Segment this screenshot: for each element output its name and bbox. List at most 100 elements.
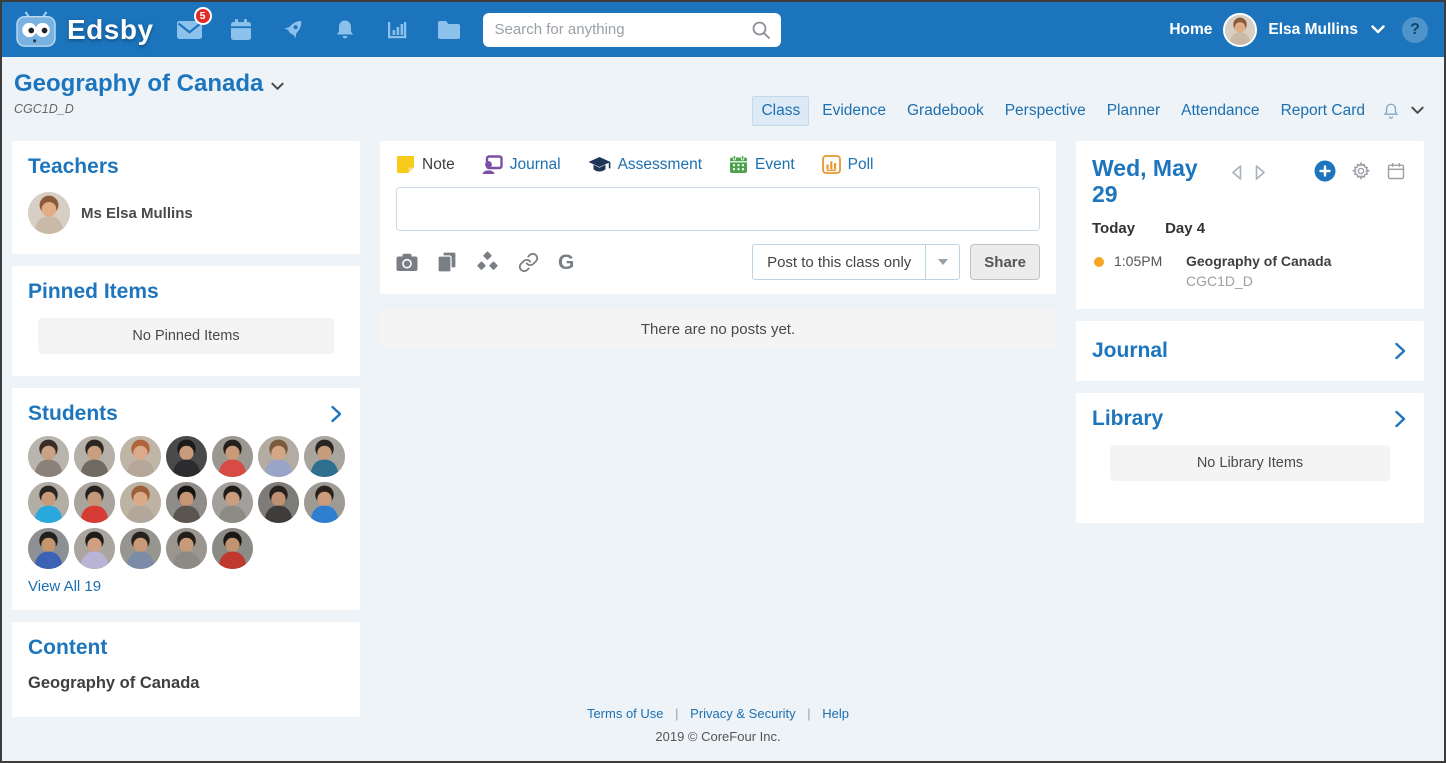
tab-gradebook[interactable]: Gradebook: [899, 97, 992, 125]
journal-chevron-right-icon[interactable]: [1392, 340, 1408, 362]
share-button[interactable]: Share: [970, 244, 1040, 280]
footer-link[interactable]: Privacy & Security: [690, 706, 795, 721]
composer-tab-label: Note: [422, 155, 455, 173]
student-avatar[interactable]: [304, 482, 345, 523]
students-title: Students: [28, 402, 118, 425]
student-avatar[interactable]: [212, 436, 253, 477]
poll-icon: [821, 155, 841, 174]
footer-link[interactable]: Terms of Use: [587, 706, 664, 721]
camera-icon[interactable]: [396, 253, 418, 272]
analytics-chart-icon[interactable]: [384, 16, 411, 43]
add-event-plus-icon[interactable]: [1312, 158, 1338, 184]
google-drive-icon[interactable]: G: [558, 252, 574, 273]
class-notifications-bell-icon[interactable]: [1382, 101, 1400, 121]
student-avatar[interactable]: [28, 528, 69, 569]
student-avatar[interactable]: [74, 482, 115, 523]
calendar-icon[interactable]: [228, 16, 255, 43]
tab-class[interactable]: Class: [752, 95, 810, 126]
link-icon[interactable]: [518, 252, 539, 273]
schedule-card: Wed, May 29 Today Day 4 1:05PM Geography…: [1076, 141, 1424, 309]
composer-tab-label: Event: [755, 155, 795, 173]
student-avatar[interactable]: [120, 436, 161, 477]
view-all-students-link[interactable]: View All 19: [28, 578, 101, 595]
content-item[interactable]: Geography of Canada: [28, 674, 344, 693]
search-input[interactable]: [494, 21, 751, 38]
tab-report-card[interactable]: Report Card: [1273, 97, 1373, 125]
copy-files-icon[interactable]: [437, 251, 457, 273]
blocks-icon[interactable]: [476, 251, 499, 273]
class-title-block: Geography of Canada CGC1D_D: [14, 70, 285, 141]
schedule-calendar-icon[interactable]: [1384, 159, 1408, 183]
student-avatar[interactable]: [120, 528, 161, 569]
students-grid: [28, 436, 345, 569]
user-avatar[interactable]: [1223, 12, 1258, 47]
notifications-bell-icon[interactable]: [332, 16, 359, 43]
right-sidebar: Wed, May 29 Today Day 4 1:05PM Geography…: [1076, 141, 1424, 535]
pinned-items-card: Pinned Items No Pinned Items: [12, 266, 360, 376]
tab-planner[interactable]: Planner: [1099, 97, 1168, 125]
tab-attendance[interactable]: Attendance: [1173, 97, 1267, 125]
post-target-dropdown[interactable]: Post to this class only: [752, 244, 961, 280]
feed-column: Note Journal Assessment Event Poll G Pos…: [380, 141, 1056, 760]
class-title-dropdown[interactable]: Geography of Canada: [14, 70, 285, 98]
prev-day-icon[interactable]: [1228, 162, 1245, 183]
composer-actions: G Post to this class only Share: [396, 244, 1040, 280]
class-tabs: Class Evidence Gradebook Perspective Pla…: [752, 80, 1424, 141]
help-icon[interactable]: ?: [1402, 16, 1428, 43]
next-day-icon[interactable]: [1252, 162, 1269, 183]
left-sidebar: Teachers Ms Elsa Mullins Pinned Items No…: [12, 141, 360, 729]
home-link[interactable]: Home: [1169, 21, 1212, 39]
student-avatar[interactable]: [74, 436, 115, 477]
title-chevron-down-icon: [271, 82, 285, 91]
rocket-icon[interactable]: [280, 16, 307, 43]
student-avatar[interactable]: [304, 436, 345, 477]
tabs-more-chevron-icon[interactable]: [1411, 106, 1424, 115]
library-chevron-right-icon[interactable]: [1392, 408, 1408, 430]
students-chevron-right-icon[interactable]: [328, 403, 344, 425]
composer-tab-poll[interactable]: Poll: [821, 155, 874, 174]
student-avatar[interactable]: [28, 482, 69, 523]
student-avatar[interactable]: [258, 482, 299, 523]
student-avatar[interactable]: [258, 436, 299, 477]
teacher-item[interactable]: Ms Elsa Mullins: [28, 192, 344, 234]
schedule-class-code: CGC1D_D: [1186, 272, 1253, 289]
schedule-settings-gear-icon[interactable]: [1349, 159, 1373, 183]
post-input[interactable]: [396, 187, 1040, 231]
class-header: Geography of Canada CGC1D_D Class Eviden…: [2, 57, 1444, 141]
dropdown-caret-icon: [925, 245, 959, 279]
tab-perspective[interactable]: Perspective: [997, 97, 1094, 125]
composer-tab-assessment[interactable]: Assessment: [588, 156, 702, 174]
schedule-date: Wed, May 29: [1092, 155, 1198, 208]
topbar-nav: 5: [176, 7, 463, 43]
student-avatar[interactable]: [74, 528, 115, 569]
composer-tab-event[interactable]: Event: [729, 155, 795, 174]
messages-icon[interactable]: 5: [176, 7, 212, 43]
student-avatar[interactable]: [212, 528, 253, 569]
tab-evidence[interactable]: Evidence: [814, 97, 894, 125]
student-avatar[interactable]: [120, 482, 161, 523]
footer-link[interactable]: Help: [822, 706, 849, 721]
composer-tab-note[interactable]: Note: [396, 155, 455, 174]
student-avatar[interactable]: [28, 436, 69, 477]
student-avatar[interactable]: [166, 436, 207, 477]
user-menu-chevron-icon[interactable]: [1369, 23, 1387, 36]
user-name[interactable]: Elsa Mullins: [1268, 21, 1358, 39]
journal-card[interactable]: Journal: [1076, 320, 1424, 381]
page-footer: Terms of Use | Privacy & Security | Help…: [380, 706, 1056, 760]
teachers-card: Teachers Ms Elsa Mullins: [12, 141, 360, 254]
search-icon[interactable]: [751, 20, 771, 40]
library-empty: No Library Items: [1110, 444, 1390, 481]
composer-tab-journal[interactable]: Journal: [482, 155, 561, 174]
composer-tab-label: Assessment: [617, 155, 703, 173]
post-controls: Post to this class only Share: [752, 244, 1040, 280]
student-avatar[interactable]: [212, 482, 253, 523]
edsby-logo[interactable]: Edsby: [14, 10, 154, 49]
schedule-entry[interactable]: 1:05PM Geography of Canada CGC1D_D: [1092, 249, 1408, 295]
teacher-name: Ms Elsa Mullins: [81, 204, 193, 222]
student-avatar[interactable]: [166, 482, 207, 523]
journal-icon: [482, 155, 503, 174]
schedule-time: 1:05PM: [1114, 252, 1163, 269]
pinned-items-title: Pinned Items: [28, 280, 159, 303]
folder-icon[interactable]: [436, 16, 463, 43]
student-avatar[interactable]: [166, 528, 207, 569]
